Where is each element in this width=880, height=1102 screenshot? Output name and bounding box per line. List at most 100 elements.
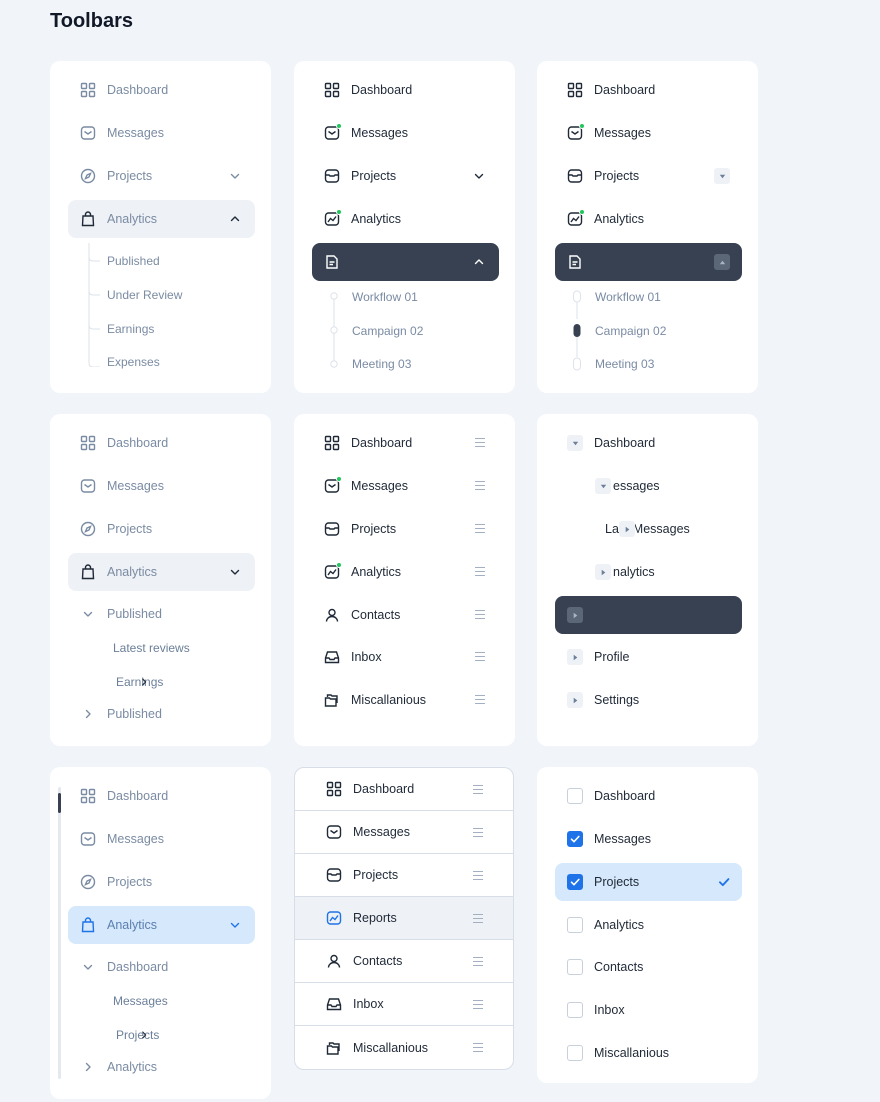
drag-handle-icon[interactable] (475, 524, 485, 533)
drag-handle-icon[interactable] (473, 957, 483, 966)
nav-item-projects[interactable]: Projects (68, 157, 255, 195)
nav-item-contacts[interactable]: Contacts (312, 596, 499, 634)
checkbox-checked[interactable] (567, 874, 583, 890)
tree-leaf-latest-reviews[interactable]: Latest reviews (113, 641, 190, 655)
list-item-inbox[interactable]: Inbox (295, 983, 513, 1026)
check-item-inbox[interactable]: Inbox (555, 991, 742, 1029)
nav-item-projects[interactable]: Projects (312, 510, 499, 548)
tree-item-dashboard[interactable]: Dashboard (555, 424, 742, 462)
triangle-right-icon[interactable] (567, 607, 583, 623)
sub-item-campaign[interactable]: Campaign 02 (595, 324, 666, 338)
checkbox[interactable] (567, 1002, 583, 1018)
nav-item-messages[interactable]: Messages (68, 114, 255, 152)
check-item-analytics[interactable]: Analytics (555, 906, 742, 944)
check-item-projects[interactable]: Projects (555, 863, 742, 901)
tree-leaf-messages[interactable]: Messages (113, 994, 168, 1008)
sub-item-workflow[interactable]: Workflow 01 (595, 290, 661, 304)
tree-item-messages[interactable]: essages (583, 467, 742, 505)
sub-item-earnings[interactable]: Earnings (107, 322, 154, 336)
nav-item-dashboard[interactable]: Dashboard (68, 71, 255, 109)
drag-handle-icon[interactable] (475, 438, 485, 447)
sub-item-meeting[interactable]: Meeting 03 (352, 357, 411, 371)
list-item-dashboard[interactable]: Dashboard (295, 768, 513, 811)
nav-item-dashboard[interactable]: Dashboard (312, 71, 499, 109)
chevron-down-icon[interactable] (227, 564, 243, 580)
nav-item-projects[interactable]: Projects (68, 863, 255, 901)
check-item-dashboard[interactable]: Dashboard (555, 777, 742, 815)
tree-item-profile[interactable]: Profile (555, 638, 742, 676)
drag-handle-icon[interactable] (473, 828, 483, 837)
triangle-up-icon[interactable] (714, 254, 730, 270)
nav-item-messages[interactable]: Messages (555, 114, 742, 152)
drag-handle-icon[interactable] (475, 695, 485, 704)
chevron-down-icon[interactable] (227, 917, 243, 933)
nav-item-analytics[interactable]: Analytics (312, 200, 499, 238)
list-item-contacts[interactable]: Contacts (295, 940, 513, 983)
nav-item-active[interactable] (555, 243, 742, 281)
checkbox[interactable] (567, 917, 583, 933)
drag-handle-icon[interactable] (475, 652, 485, 661)
tree-item-analytics[interactable]: nalytics (583, 553, 742, 591)
drag-handle-icon[interactable] (475, 481, 485, 490)
chevron-up-icon[interactable] (471, 254, 487, 270)
tree-item-analytics[interactable]: Analytics (68, 1048, 255, 1086)
nav-item-analytics[interactable]: Analytics (312, 553, 499, 591)
nav-item-messages[interactable]: Messages (68, 820, 255, 858)
checkbox[interactable] (567, 959, 583, 975)
nav-item-analytics[interactable]: Analytics (68, 553, 255, 591)
list-item-messages[interactable]: Messages (295, 811, 513, 854)
sub-item-under-review[interactable]: Under Review (107, 288, 182, 302)
triangle-down-icon[interactable] (567, 435, 583, 451)
drag-handle-icon[interactable] (473, 1043, 483, 1052)
list-item-miscallanious[interactable]: Miscallanious (295, 1026, 513, 1069)
chevron-down-icon[interactable] (471, 168, 487, 184)
triangle-right-icon[interactable] (567, 649, 583, 665)
drag-handle-icon[interactable] (473, 871, 483, 880)
check-item-messages[interactable]: Messages (555, 820, 742, 858)
tree-item-published-collapsed[interactable]: Published (68, 695, 255, 733)
triangle-right-icon[interactable] (619, 521, 635, 537)
nav-item-projects[interactable]: Projects (555, 157, 742, 195)
sub-item-published[interactable]: Published (107, 254, 160, 268)
nav-item-dashboard[interactable]: Dashboard (68, 777, 255, 815)
triangle-right-icon[interactable] (595, 564, 611, 580)
sub-item-meeting[interactable]: Meeting 03 (595, 357, 654, 371)
drag-handle-icon[interactable] (473, 1000, 483, 1009)
nav-item-active[interactable] (312, 243, 499, 281)
tree-item-active[interactable] (555, 596, 742, 634)
scrollbar-track[interactable] (58, 787, 61, 1079)
nav-item-analytics[interactable]: Analytics (555, 200, 742, 238)
chevron-down-icon[interactable] (227, 168, 243, 184)
nav-item-analytics[interactable]: Analytics (68, 906, 255, 944)
tree-leaf-projects[interactable]: Projects (116, 1028, 159, 1042)
nav-item-dashboard[interactable]: Dashboard (68, 424, 255, 462)
sub-item-workflow[interactable]: Workflow 01 (352, 290, 418, 304)
nav-item-analytics[interactable]: Analytics (68, 200, 255, 238)
drag-handle-icon[interactable] (473, 785, 483, 794)
tree-item-latest-messages[interactable]: Lat : Messages (593, 510, 742, 548)
list-item-reports[interactable]: Reports (295, 897, 513, 940)
checkbox[interactable] (567, 1045, 583, 1061)
checkbox-checked[interactable] (567, 831, 583, 847)
nav-item-dashboard[interactable]: Dashboard (312, 424, 499, 462)
tree-item-settings[interactable]: Settings (555, 681, 742, 719)
nav-item-miscallanious[interactable]: Miscallanious (312, 681, 499, 719)
drag-handle-icon[interactable] (473, 914, 483, 923)
nav-item-messages[interactable]: Messages (68, 467, 255, 505)
check-item-miscallanious[interactable]: Miscallanious (555, 1034, 742, 1072)
drag-handle-icon[interactable] (475, 610, 485, 619)
triangle-right-icon[interactable] (567, 692, 583, 708)
nav-item-inbox[interactable]: Inbox (312, 638, 499, 676)
triangle-down-icon[interactable] (714, 168, 730, 184)
nav-item-projects[interactable]: Projects (312, 157, 499, 195)
sub-item-campaign[interactable]: Campaign 02 (352, 324, 423, 338)
tree-item-dashboard[interactable]: Dashboard (68, 948, 255, 986)
nav-item-messages[interactable]: Messages (312, 114, 499, 152)
checkbox[interactable] (567, 788, 583, 804)
chevron-up-icon[interactable] (227, 211, 243, 227)
nav-item-projects[interactable]: Projects (68, 510, 255, 548)
nav-item-dashboard[interactable]: Dashboard (555, 71, 742, 109)
triangle-down-icon[interactable] (595, 478, 611, 494)
nav-item-messages[interactable]: Messages (312, 467, 499, 505)
drag-handle-icon[interactable] (475, 567, 485, 576)
